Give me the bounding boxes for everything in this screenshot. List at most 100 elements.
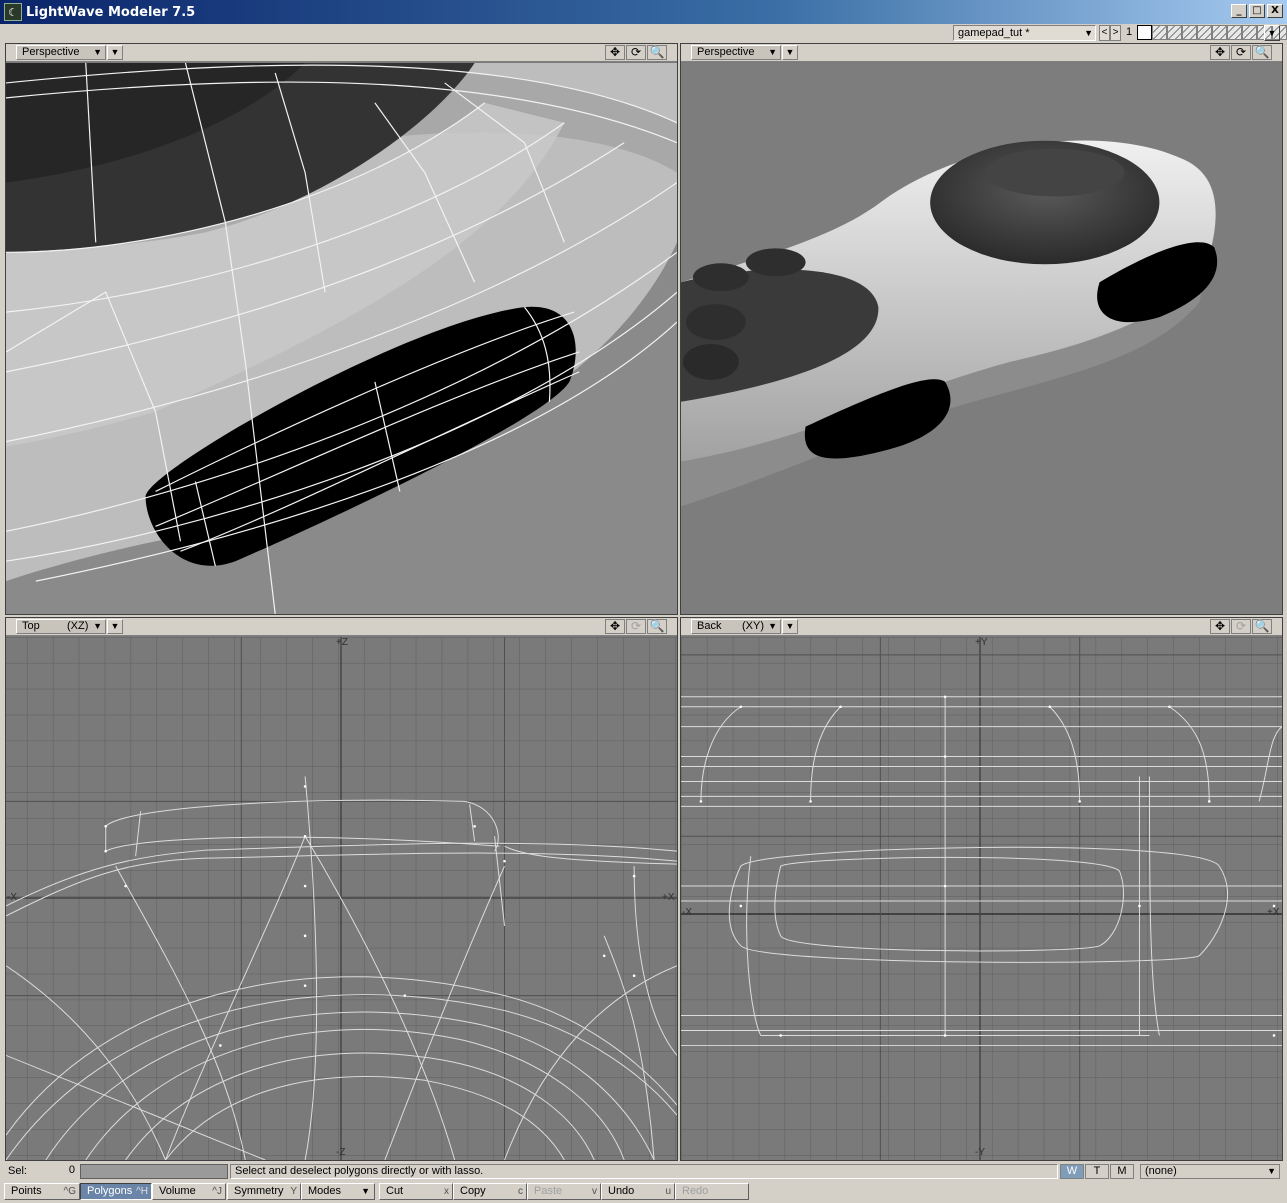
symmetry-label: Symmetry: [234, 1185, 284, 1197]
viewport-header: Perspective ▼ ▼ ✥ ⟳ 🔍: [681, 44, 1282, 62]
selection-count: 0: [68, 1164, 75, 1176]
copy-button[interactable]: Copy c: [453, 1183, 527, 1200]
lightwave-logo-icon[interactable]: ☾: [4, 3, 22, 21]
layer-next-button[interactable]: >: [1110, 25, 1121, 41]
lightwave-modeler-window: ☾ LightWave Modeler 7.5 _ □ X gamepad_tu…: [0, 0, 1287, 1203]
wtm-toggles: W T M: [1060, 1164, 1134, 1179]
zoom-view-icon[interactable]: 🔍: [647, 45, 667, 60]
maximize-button[interactable]: □: [1249, 4, 1265, 18]
viewport-tools: ✥ ⟳ 🔍: [605, 45, 667, 60]
rotate-view-icon: ⟳: [626, 619, 646, 634]
viewport-canvas[interactable]: [6, 63, 677, 614]
axis-label-left: -X: [7, 892, 17, 903]
volume-mode-button[interactable]: Volume ^J: [152, 1183, 226, 1200]
shortcut-key: Y: [290, 1186, 297, 1197]
shortcut-key: c: [518, 1186, 523, 1197]
zoom-view-icon[interactable]: 🔍: [1252, 45, 1272, 60]
zoom-view-icon[interactable]: 🔍: [647, 619, 667, 634]
layer-4-button[interactable]: [1182, 25, 1197, 40]
undo-label: Undo: [608, 1185, 635, 1197]
layer-2-button[interactable]: [1152, 25, 1167, 40]
layer-menu-button[interactable]: ▼: [1264, 25, 1280, 41]
viewport-canvas[interactable]: +Z -Z -X +X: [6, 637, 677, 1160]
redo-button: Redo: [675, 1183, 749, 1200]
polygons-label: Polygons: [87, 1185, 133, 1197]
symmetry-button[interactable]: Symmetry Y: [227, 1183, 301, 1200]
layer-6-button[interactable]: [1212, 25, 1227, 40]
selection-label: Sel:: [8, 1165, 27, 1177]
view-type-label: Perspective: [697, 46, 755, 58]
chevron-down-icon: ▼: [768, 47, 777, 57]
viewport-menu-button[interactable]: ▼: [782, 619, 798, 634]
axis-label-top: +Y: [975, 637, 988, 648]
view-type-select[interactable]: Perspective ▼: [691, 45, 781, 60]
viewport-menu-button[interactable]: ▼: [107, 45, 123, 60]
layer-1-button[interactable]: [1137, 25, 1152, 40]
polygons-mode-button[interactable]: Polygons ^H: [80, 1183, 152, 1200]
viewport-perspective-top-left[interactable]: Perspective ▼ ▼ ✥ ⟳ 🔍: [5, 43, 678, 615]
back-wireframe-grid: [681, 637, 1282, 1160]
viewport-header: Back (XY) ▼ ▼ ✥ ⟳ 🔍: [681, 618, 1282, 636]
perspective-wireframe-render: [6, 63, 677, 614]
move-view-icon[interactable]: ✥: [1210, 45, 1230, 60]
move-view-icon[interactable]: ✥: [605, 45, 625, 60]
shortcut-key: ^J: [212, 1186, 222, 1197]
axis-label-top: +Z: [336, 637, 348, 648]
top-wireframe-grid: [6, 637, 677, 1160]
layer-prev-button[interactable]: <: [1099, 25, 1110, 41]
shortcut-key: u: [665, 1186, 671, 1197]
minimize-button[interactable]: _: [1231, 4, 1247, 18]
view-type-select[interactable]: Back (XY) ▼: [691, 619, 781, 634]
viewport-menu-button[interactable]: ▼: [782, 45, 798, 60]
layer-3-button[interactable]: [1167, 25, 1182, 40]
layer-8-button[interactable]: [1242, 25, 1257, 40]
viewport-tools: ✥ ⟳ 🔍: [605, 619, 667, 634]
description-value: (none): [1145, 1165, 1177, 1177]
zoom-view-icon[interactable]: 🔍: [1252, 619, 1272, 634]
chevron-down-icon: ▼: [361, 1186, 370, 1196]
undo-button[interactable]: Undo u: [601, 1183, 675, 1200]
title-bar: ☾ LightWave Modeler 7.5 _ □ X: [0, 0, 1287, 24]
cut-button[interactable]: Cut x: [379, 1183, 453, 1200]
wtm-w-button[interactable]: W: [1060, 1164, 1084, 1179]
chevron-down-icon: ▼: [93, 47, 102, 57]
viewport-top-xz[interactable]: Top (XZ) ▼ ▼ ✥ ⟳ 🔍 +Z -Z -X +X: [5, 617, 678, 1161]
rotate-view-icon[interactable]: ⟳: [1231, 45, 1251, 60]
viewport-canvas[interactable]: +Y -Y -X +X: [681, 637, 1282, 1160]
volume-label: Volume: [159, 1185, 196, 1197]
shortcut-key: v: [592, 1186, 597, 1197]
chevron-down-icon: ▼: [768, 621, 777, 631]
window-title: LightWave Modeler 7.5: [26, 4, 196, 20]
rotate-view-icon[interactable]: ⟳: [626, 45, 646, 60]
move-view-icon[interactable]: ✥: [605, 619, 625, 634]
view-axis-label: (XY): [742, 620, 764, 632]
layer-7-button[interactable]: [1227, 25, 1242, 40]
axis-label-right: +X: [1267, 907, 1280, 918]
points-label: Points: [11, 1185, 42, 1197]
shortcut-key: ^H: [136, 1186, 148, 1197]
modes-dropdown[interactable]: Modes ▼: [301, 1183, 375, 1200]
view-type-label: Back: [697, 620, 722, 632]
view-type-select[interactable]: Top (XZ) ▼: [16, 619, 106, 634]
axis-label-bottom: -Z: [336, 1147, 346, 1158]
viewport-back-xy[interactable]: Back (XY) ▼ ▼ ✥ ⟳ 🔍 +Y -Y -X +X: [680, 617, 1283, 1161]
move-view-icon[interactable]: ✥: [1210, 619, 1230, 634]
shortcut-key: ^G: [63, 1186, 76, 1197]
copy-label: Copy: [460, 1185, 486, 1197]
viewport-perspective-top-right[interactable]: Perspective ▼ ▼ ✥ ⟳ 🔍: [680, 43, 1283, 615]
viewport-tools: ✥ ⟳ 🔍: [1210, 619, 1272, 634]
close-button[interactable]: X: [1267, 4, 1283, 18]
modes-label: Modes: [308, 1185, 342, 1197]
view-axis-label: (XZ): [67, 620, 89, 632]
description-select[interactable]: (none) ▼: [1140, 1164, 1280, 1179]
view-type-select[interactable]: Perspective ▼: [16, 45, 106, 60]
points-mode-button[interactable]: Points ^G: [4, 1183, 80, 1200]
wtm-m-button[interactable]: M: [1110, 1164, 1134, 1179]
layer-5-button[interactable]: [1197, 25, 1212, 40]
axis-label-bottom: -Y: [975, 1147, 985, 1158]
rotate-view-icon: ⟳: [1231, 619, 1251, 634]
wtm-t-button[interactable]: T: [1085, 1164, 1109, 1179]
object-select[interactable]: gamepad_tut * ▼: [953, 25, 1096, 41]
viewport-menu-button[interactable]: ▼: [107, 619, 123, 634]
viewport-canvas[interactable]: [681, 63, 1282, 614]
